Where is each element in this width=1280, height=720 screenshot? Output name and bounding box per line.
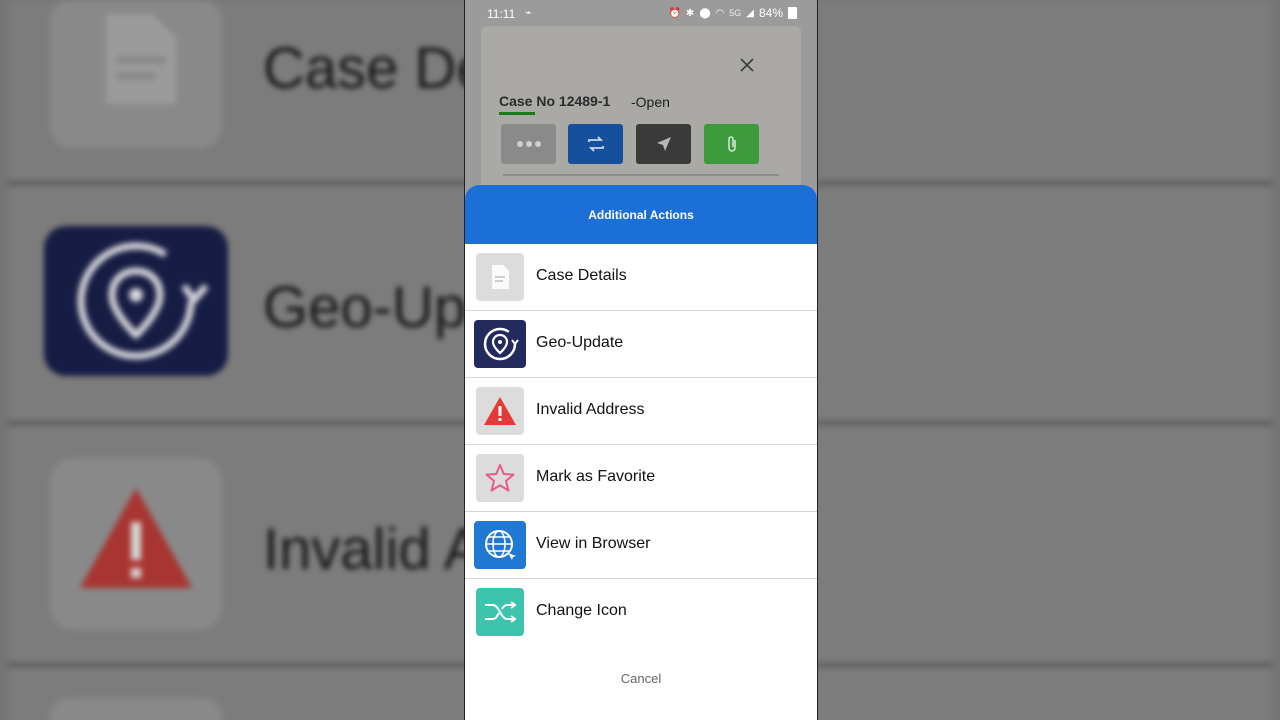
card-divider [503, 174, 779, 176]
wifi-icon: ◠ [715, 7, 725, 19]
geo-update-icon [474, 320, 526, 368]
close-icon[interactable] [736, 54, 758, 76]
alarm-icon: ⏰ [668, 7, 681, 19]
battery-percent: 84% [758, 6, 783, 20]
case-underline [499, 112, 535, 115]
network-type: 5G [729, 8, 742, 18]
status-time: 11:11 [487, 7, 516, 21]
cancel-button[interactable]: Cancel [465, 671, 817, 686]
bluetooth-icon: ✱ [685, 7, 695, 19]
action-change-icon[interactable]: Change Icon [465, 579, 817, 645]
signal-icon: ◢ [746, 7, 754, 19]
status-icons: ⏰ ✱ ⬤ ◠ 5G ◢ 84% [668, 6, 797, 20]
transfer-icon [587, 136, 604, 152]
action-mark-favorite[interactable]: Mark as Favorite [465, 445, 817, 512]
attach-icon [727, 136, 736, 152]
action-label: View in Browser [536, 535, 651, 552]
more-icon [516, 141, 541, 147]
location-icon: ⬤ [699, 7, 711, 19]
shuffle-icon [476, 588, 524, 636]
document-icon [476, 253, 524, 301]
action-label: Change Icon [536, 602, 627, 619]
warning-icon [476, 387, 524, 435]
status-bar: 11:11 ⌁ ⏰ ✱ ⬤ ◠ 5G ◢ 84% [465, 0, 817, 28]
action-label: Invalid Address [536, 401, 645, 418]
action-invalid-address[interactable]: Invalid Address [465, 378, 817, 445]
action-case-details[interactable]: Case Details [465, 244, 817, 311]
action-label: Mark as Favorite [536, 468, 656, 485]
transfer-button[interactable] [568, 124, 623, 164]
action-label: Case Details [536, 267, 627, 284]
case-card: Case No 12489-1 -Open [481, 26, 801, 196]
more-button[interactable] [501, 124, 556, 164]
battery-icon [788, 7, 797, 19]
action-geo-update[interactable]: Geo-Update [465, 311, 817, 378]
case-number: Case No 12489-1 [499, 93, 611, 109]
action-view-browser[interactable]: View in Browser [465, 512, 817, 579]
additional-actions-sheet: Additional Actions Case Details Geo-Upda… [465, 185, 817, 720]
globe-icon [474, 521, 526, 569]
case-status: -Open [631, 94, 670, 110]
phone-screen: 11:11 ⌁ ⏰ ✱ ⬤ ◠ 5G ◢ 84% Case No 12489-1… [464, 0, 818, 720]
navigate-button[interactable] [636, 124, 691, 164]
star-icon [476, 454, 524, 502]
usb-icon: ⌁ [525, 7, 532, 19]
navigate-icon [656, 137, 671, 151]
sheet-title: Additional Actions [465, 185, 817, 244]
attach-button[interactable] [704, 124, 759, 164]
action-label: Geo-Update [536, 334, 624, 351]
